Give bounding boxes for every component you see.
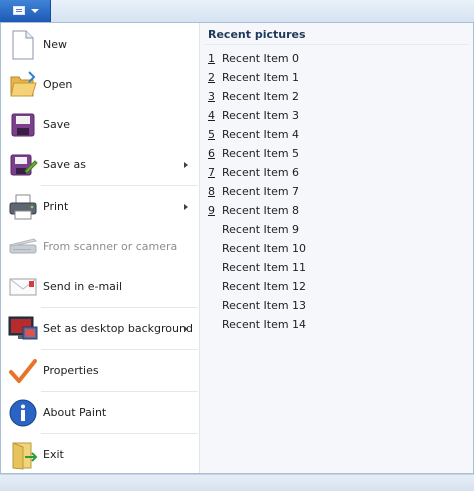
menu-item-label: New [43, 38, 67, 51]
menu-item-save-as[interactable]: Save as [1, 145, 198, 185]
properties-checkmark-icon [7, 355, 39, 387]
menu-item-label: Send in e-mail [43, 280, 123, 293]
submenu-arrow-icon [184, 326, 188, 332]
recent-item-name: Recent Item 0 [222, 52, 300, 65]
menu-item-print[interactable]: Print [1, 187, 198, 227]
recent-title-divider [204, 44, 469, 45]
menu-item-set-desktop-background[interactable]: Set as desktop background [1, 309, 198, 349]
menu-separator [41, 433, 198, 434]
submenu-arrow-icon [184, 204, 188, 210]
menu-item-label: Set as desktop background [43, 322, 193, 335]
recent-item[interactable]: 8 Recent Item 7 [202, 182, 470, 201]
recent-item[interactable]: Recent Item 13 [202, 296, 470, 315]
printer-icon [7, 191, 39, 223]
recent-item-number: 6 [208, 147, 215, 160]
ribbon-bar [0, 0, 474, 22]
recent-item[interactable]: Recent Item 10 [202, 239, 470, 258]
menu-item-open[interactable]: Open [1, 65, 198, 105]
recent-item[interactable]: 9 Recent Item 8 [202, 201, 470, 220]
menu-separator [41, 349, 198, 350]
menu-item-label: Open [43, 78, 73, 91]
recent-item-number: 4 [208, 109, 215, 122]
application-menu-button[interactable] [0, 0, 51, 22]
recent-item-number: 7 [208, 166, 215, 179]
recent-item-name: Recent Item 9 [222, 223, 300, 236]
recent-item[interactable]: 6 Recent Item 5 [202, 144, 470, 163]
save-disk-icon [7, 109, 39, 141]
menu-item-label: About Paint [43, 406, 107, 419]
open-folder-icon [7, 69, 39, 101]
menu-item-label: Exit [43, 448, 64, 461]
recent-item-name: Recent Item 10 [222, 242, 307, 255]
recent-item[interactable]: 2 Recent Item 1 [202, 68, 470, 87]
recent-item-name: Recent Item 5 [222, 147, 300, 160]
menu-item-label: From scanner or camera [43, 240, 178, 253]
recent-item-name: Recent Item 8 [222, 204, 300, 217]
recent-item[interactable]: 5 Recent Item 4 [202, 125, 470, 144]
menu-footer [0, 474, 474, 491]
recent-item[interactable]: 1 Recent Item 0 [202, 49, 470, 68]
recent-item-number: 8 [208, 185, 215, 198]
info-icon [7, 397, 39, 429]
recent-item-name: Recent Item 4 [222, 128, 300, 141]
menu-item-exit[interactable]: Exit [1, 435, 198, 475]
menu-separator [41, 391, 198, 392]
menu-item-new[interactable]: New [1, 25, 198, 65]
recent-item[interactable]: Recent Item 9 [202, 220, 470, 239]
recent-item-number: 1 [208, 52, 215, 65]
desktop-background-icon [7, 313, 39, 345]
menu-item-label: Print [43, 200, 69, 213]
scanner-icon [7, 231, 39, 263]
paint-menu-icon [13, 6, 25, 15]
menu-item-save[interactable]: Save [1, 105, 198, 145]
recent-item-number: 2 [208, 71, 215, 84]
recent-item[interactable]: Recent Item 14 [202, 315, 470, 334]
recent-item-name: Recent Item 11 [222, 261, 307, 274]
recent-item-name: Recent Item 7 [222, 185, 300, 198]
recent-item[interactable]: 4 Recent Item 3 [202, 106, 470, 125]
recent-item-number: 9 [208, 204, 215, 217]
recent-item[interactable]: 3 Recent Item 2 [202, 87, 470, 106]
menu-commands: New Open Save Save as Print From scanner… [1, 23, 200, 473]
recent-item-name: Recent Item 2 [222, 90, 300, 103]
submenu-arrow-icon [184, 162, 188, 168]
recent-item[interactable]: Recent Item 11 [202, 258, 470, 277]
recent-item-name: Recent Item 3 [222, 109, 300, 122]
save-as-icon [7, 149, 39, 181]
recent-item-name: Recent Item 1 [222, 71, 300, 84]
menu-item-about-paint[interactable]: About Paint [1, 393, 198, 433]
menu-item-send-email[interactable]: Send in e-mail [1, 267, 198, 307]
menu-separator [41, 307, 198, 308]
chevron-down-icon [31, 9, 39, 13]
application-menu: New Open Save Save as Print From scanner… [0, 22, 474, 474]
menu-separator [41, 185, 198, 186]
menu-item-label: Properties [43, 364, 99, 377]
menu-item-label: Save [43, 118, 71, 131]
recent-pictures-panel: Recent pictures 1 Recent Item 0 2 Recent I… [200, 23, 473, 473]
recent-item-name: Recent Item 13 [222, 299, 307, 312]
recent-item-name: Recent Item 6 [222, 166, 300, 179]
recent-item[interactable]: 7 Recent Item 6 [202, 163, 470, 182]
recent-item-number: 3 [208, 90, 215, 103]
recent-item[interactable]: Recent Item 12 [202, 277, 470, 296]
recent-pictures-title: Recent pictures [208, 28, 306, 41]
recent-item-name: Recent Item 12 [222, 280, 307, 293]
menu-item-from-scanner[interactable]: From scanner or camera [1, 227, 198, 267]
email-icon [7, 271, 39, 303]
recent-item-name: Recent Item 14 [222, 318, 307, 331]
new-document-icon [7, 29, 39, 61]
menu-item-properties[interactable]: Properties [1, 351, 198, 391]
recent-item-number: 5 [208, 128, 215, 141]
menu-item-label: Save as [43, 158, 86, 171]
exit-door-icon [7, 439, 39, 471]
